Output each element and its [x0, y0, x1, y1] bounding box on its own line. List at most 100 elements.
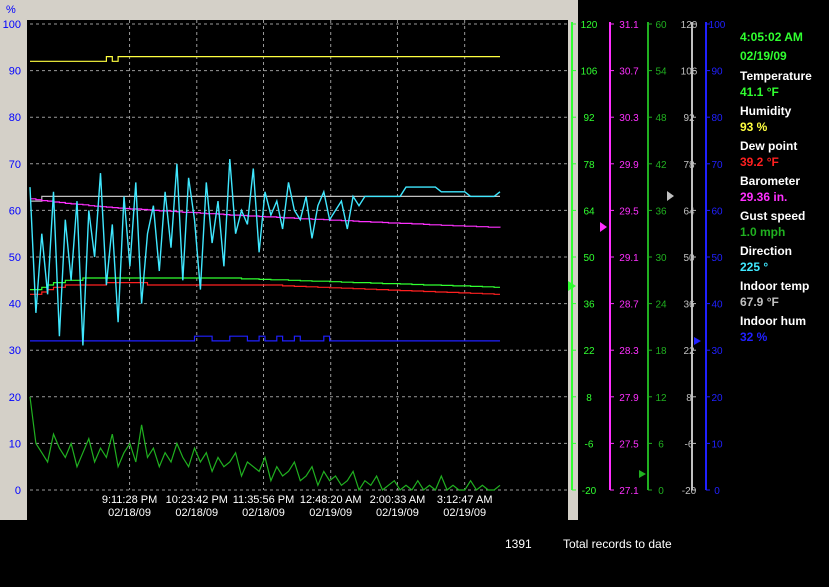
right-tick-label: 70	[711, 160, 723, 171]
left-tick-label: 0	[15, 485, 21, 497]
indoor-temp-marker	[667, 191, 674, 201]
right-tick-label: 12	[655, 393, 667, 404]
right-tick-label: 29.5	[619, 206, 639, 217]
x-tick-time: 12:48:20 AM	[300, 494, 362, 506]
right-tick-label: 64	[583, 206, 595, 217]
right-tick-label: 40	[711, 300, 723, 311]
x-tick-date: 02/18/09	[108, 507, 151, 519]
barometer-marker	[600, 222, 607, 232]
left-tick-label: 50	[9, 252, 21, 264]
right-tick-label: 22	[583, 346, 595, 357]
right-tick-label: 27.1	[619, 486, 639, 497]
right-tick-label: 8	[686, 393, 692, 404]
gust-marker	[639, 470, 646, 478]
right-tick-label: 28.3	[619, 346, 639, 357]
x-tick-time: 10:23:42 PM	[166, 494, 228, 506]
readout-label: Indoor temp	[740, 279, 810, 293]
right-tick-label: 54	[655, 67, 667, 78]
right-tick-label: -6	[585, 439, 594, 450]
readout-label: Indoor hum	[740, 314, 806, 328]
right-tick-label: 90	[711, 67, 723, 78]
indoor-hum-marker	[694, 337, 701, 345]
readout-label: Barometer	[740, 174, 801, 188]
right-tick-label: 27.5	[619, 439, 639, 450]
left-tick-label: 80	[9, 112, 21, 124]
right-tick-label: 60	[655, 20, 667, 31]
x-tick-time: 9:11:28 PM	[102, 494, 157, 506]
readout-panel: 4:05:02 AM 02/19/09 Temperature 41.1 °F Hu…	[740, 28, 829, 349]
right-tick-label: 0	[714, 486, 720, 497]
right-tick-label: 0	[658, 486, 664, 497]
right-tick-label: -20	[582, 486, 597, 497]
left-tick-label: 20	[9, 392, 21, 404]
right-tick-label: 42	[655, 160, 667, 171]
readout-value: 39.2 °F	[740, 155, 779, 169]
x-tick-date: 02/19/09	[309, 507, 352, 519]
right-tick-label: 36	[655, 206, 667, 217]
right-tick-label: 27.9	[619, 393, 639, 404]
record-count: 1391	[505, 537, 532, 551]
right-tick-label: 78	[583, 160, 595, 171]
right-tick-label: 30	[711, 346, 723, 357]
right-tick-label: 64	[683, 206, 695, 217]
x-tick-date: 02/19/09	[376, 507, 419, 519]
right-tick-label: 120	[581, 20, 598, 31]
right-tick-label: 18	[655, 346, 667, 357]
right-tick-label: 30	[655, 253, 667, 264]
right-tick-label: 6	[658, 439, 664, 450]
readout-date: 02/19/09	[740, 49, 787, 63]
x-tick-time: 3:12:47 AM	[437, 494, 493, 506]
right-tick-label: 20	[711, 393, 723, 404]
x-tick-time: 2:00:33 AM	[370, 494, 426, 506]
right-tick-label: 22	[683, 346, 695, 357]
readout-value: 29.36 in.	[740, 190, 788, 204]
right-tick-label: 78	[683, 160, 695, 171]
right-tick-label: 92	[583, 113, 595, 124]
right-tick-label: 30.7	[619, 67, 639, 78]
right-tick-label: 92	[683, 113, 695, 124]
readout-label: Gust speed	[740, 209, 806, 223]
right-tick-label: 50	[683, 253, 695, 264]
readout-label: Humidity	[740, 104, 792, 118]
right-tick-label: 30.3	[619, 113, 639, 124]
record-count-label: Total records to date	[563, 537, 672, 551]
x-tick-date: 02/18/09	[175, 507, 218, 519]
right-tick-label: -20	[682, 486, 697, 497]
right-tick-label: 10	[711, 439, 723, 450]
right-tick-label: 50	[711, 253, 723, 264]
readout-value: 32 %	[740, 330, 768, 344]
x-tick-date: 02/18/09	[242, 507, 285, 519]
left-tick-label: 40	[9, 299, 21, 311]
left-tick-label: 100	[3, 19, 21, 31]
left-tick-label: 10	[9, 438, 21, 450]
left-axis-title: %	[6, 4, 16, 16]
right-tick-label: 8	[586, 393, 592, 404]
readout-value: 41.1 °F	[740, 85, 779, 99]
left-tick-label: 60	[9, 205, 21, 217]
readout-value: 93 %	[740, 120, 768, 134]
right-tick-label: -6	[685, 439, 694, 450]
right-tick-label: 50	[583, 253, 595, 264]
right-tick-label: 80	[711, 113, 723, 124]
right-tick-label: 36	[683, 300, 695, 311]
x-tick-time: 11:35:56 PM	[233, 494, 295, 506]
readout-label: Direction	[740, 244, 793, 258]
x-tick-date: 02/19/09	[443, 507, 486, 519]
right-tick-label: 29.1	[619, 253, 639, 264]
left-tick-label: 30	[9, 345, 21, 357]
weather-chart: % 0102030405060708090100 -20-68223650647…	[0, 0, 726, 520]
right-tick-label: 120	[681, 20, 698, 31]
left-tick-label: 70	[9, 159, 21, 171]
readout-value: 225 °	[740, 260, 769, 274]
right-tick-label: 106	[581, 67, 598, 78]
right-tick-label: 48	[655, 113, 667, 124]
readout-value: 1.0 mph	[740, 225, 786, 239]
right-tick-label: 31.1	[619, 20, 639, 31]
right-tick-label: 29.9	[619, 160, 639, 171]
readout-label: Temperature	[740, 69, 812, 83]
right-tick-label: 24	[655, 300, 667, 311]
right-axes: -20-6822365064789210612027.127.527.928.3…	[568, 20, 726, 497]
right-tick-label: 28.7	[619, 300, 639, 311]
right-tick-label: 106	[681, 67, 698, 78]
right-tick-label: 60	[711, 206, 723, 217]
